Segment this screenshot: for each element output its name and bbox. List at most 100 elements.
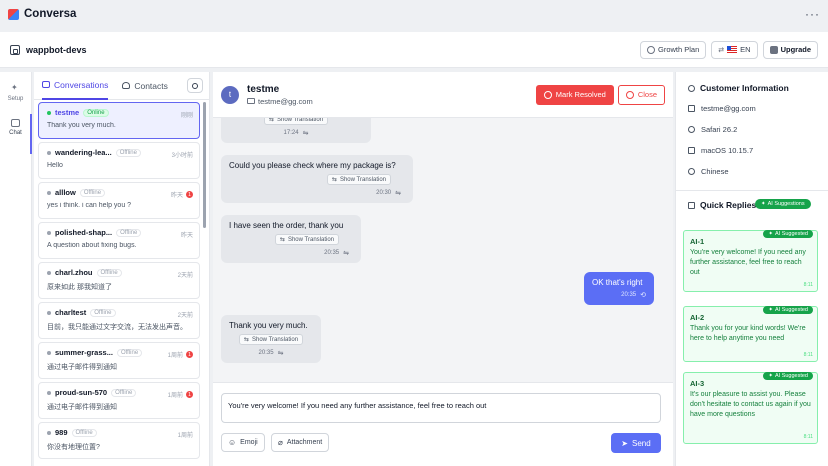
swap-icon: ⇋ (277, 350, 284, 357)
message-bubble: I have seen the order, thank you ⇆ Show T… (221, 215, 361, 263)
list-item[interactable]: proud-sun-570 Offline 1周前 1 通过电子邮件得到通知 (38, 382, 200, 419)
ai-reply-card[interactable]: ✦ AI Suggested AI-2 Thank you for your ki… (683, 306, 818, 362)
mark-resolved-button[interactable]: Mark Resolved (535, 84, 614, 105)
search-button[interactable] (187, 78, 203, 93)
swap-icon: ⇋ (302, 130, 309, 137)
emoji-label: Emoji (240, 439, 258, 446)
sparkle-icon: ✦ (761, 201, 766, 207)
list-item[interactable]: summer-grass... Offline 1周前 1 通过电子邮件得到通知 (38, 342, 200, 379)
translate-icon: ⇆ (268, 118, 274, 123)
attachment-button[interactable]: ⌀ Attachment (271, 433, 330, 452)
presence-dot (47, 150, 51, 155)
list-item[interactable]: 989 Offline 1周前 你没有地理位置? (38, 422, 200, 459)
language-label: EN (740, 45, 751, 54)
conversation-name: alllow (55, 188, 76, 197)
conversation-name: charl.zhou (55, 268, 93, 277)
list-item[interactable]: polished-shap... Offline 昨天 A question ab… (38, 222, 200, 259)
quick-replies-title: Quick Replies (700, 200, 757, 210)
ai-suggested-label: AI Suggested (774, 231, 808, 237)
message-time: 20:35 (324, 250, 340, 256)
list-item[interactable]: testme Online 刚刚 Thank you very much. (38, 102, 200, 139)
status-badge: Offline (116, 348, 143, 357)
conversation-time: 2天前 (177, 313, 193, 319)
ai-reply-card[interactable]: ✦ AI Suggested AI-3 It's our pleasure to … (683, 372, 818, 444)
status-badge: Offline (79, 188, 106, 197)
conversations-icon (42, 81, 50, 88)
show-translation-label: Show Translation (339, 176, 386, 183)
x-circle-icon (625, 90, 634, 99)
message-input[interactable]: You're very welcome! If you need any fur… (221, 393, 661, 423)
rail-active-indicator (30, 114, 32, 154)
conversation-name: 989 (55, 428, 68, 437)
show-translation-button[interactable]: ⇆ Show Translation (263, 118, 329, 125)
conversation-time: 1周前 (167, 353, 183, 359)
status-badge: Offline (115, 148, 141, 157)
workspace-icon (10, 44, 20, 55)
unread-badge: 1 (186, 391, 193, 398)
message-text: OK that's right (592, 278, 643, 287)
conversation-scrollbar[interactable] (203, 102, 206, 228)
ai-suggestions-button[interactable]: ✦ AI Suggestions (755, 199, 811, 209)
ai-reply-time: 8:11 (803, 352, 813, 358)
upgrade-button[interactable]: Upgrade (762, 40, 818, 59)
globe-icon (688, 168, 695, 175)
language-button[interactable]: ⇄ EN (711, 40, 758, 59)
paperclip-icon: ⌀ (278, 438, 283, 447)
sparkle-icon: ✦ (768, 307, 773, 313)
ai-reply-card[interactable]: ✦ AI Suggested AI-1 You're very welcome! … (683, 230, 818, 292)
presence-dot (47, 110, 51, 115)
ai-suggested-label: AI Suggested (774, 307, 808, 313)
show-translation-button[interactable]: ⇆ Show Translation (326, 174, 391, 185)
sparkle-icon: ✦ (768, 373, 773, 379)
conversation-preview: A question about fixing bugs. (47, 242, 137, 249)
rail-setup-label: Setup (7, 95, 24, 102)
list-item[interactable]: charltest Offline 2天前 目前，我只能通过文字交流，无法发出声音… (38, 302, 200, 339)
ai-suggestions-label: AI Suggestions (767, 201, 805, 207)
send-icon: ➤ (621, 438, 628, 448)
chat-contact-email: testme@gg.com (258, 96, 313, 106)
message-bubble: Could you please check where my package … (221, 155, 413, 203)
show-translation-label: Show Translation (287, 236, 334, 243)
divider (676, 190, 828, 191)
translate-icon: ⇆ (243, 337, 249, 343)
message-bubble: Thank you very much. ⇆ Show Translation 2… (221, 315, 321, 363)
conversation-time: 1周前 (167, 393, 183, 399)
status-badge: Offline (96, 268, 122, 277)
message-time: 20:35 (258, 350, 274, 356)
list-item[interactable]: alllow Offline 昨天 1 yes i think. i can hel… (38, 182, 200, 219)
send-button[interactable]: ➤ Send (611, 433, 661, 453)
send-label: Send (632, 438, 651, 448)
growth-plan-button[interactable]: Growth Plan (640, 40, 707, 59)
customer-email: testme@gg.com (701, 104, 756, 113)
message-bubble: ⇆ Show Translation 17:24 ⇋ (221, 118, 371, 143)
app-logo-icon (8, 8, 19, 20)
more-menu-icon[interactable]: ··· (805, 7, 820, 21)
close-button[interactable]: Close (617, 84, 665, 105)
emoji-button[interactable]: ☺ Emoji (221, 433, 265, 452)
workspace-name[interactable]: wappbot-devs (26, 45, 87, 55)
rail-item-chat[interactable]: Chat (0, 110, 31, 144)
presence-dot (47, 310, 51, 315)
show-translation-button[interactable]: ⇆ Show Translation (274, 234, 339, 245)
app-title: Conversa (24, 8, 77, 20)
tab-contacts[interactable]: Contacts (122, 72, 168, 100)
chat-bubble-icon (688, 201, 695, 209)
ai-reply-label: AI-3 (690, 379, 705, 388)
conversation-name: polished-shap... (55, 228, 113, 237)
tab-contacts-label: Contacts (134, 80, 168, 91)
rail-item-setup[interactable]: Setup (0, 76, 31, 110)
workspace-bar: wappbot-devs Growth Plan ⇄ EN Upgrade (0, 32, 828, 68)
swap-icon: ⇋ (395, 190, 401, 197)
tab-conversations[interactable]: Conversations (42, 72, 109, 100)
show-translation-button[interactable]: ⇆ Show Translation (238, 334, 304, 345)
unread-badge: 1 (186, 191, 193, 198)
conversation-preview: yes i think. i can help you ? (47, 202, 132, 209)
message-time: 20:30 (376, 190, 392, 196)
list-item[interactable]: wandering-lea... Offline 3小时前 Hello (38, 142, 200, 179)
customer-os: macOS 10.15.7 (701, 146, 754, 155)
message-text: Thank you very much. (229, 321, 308, 330)
list-item[interactable]: charl.zhou Offline 2天前 原来如此 那我知道了 (38, 262, 200, 299)
search-icon (192, 82, 198, 89)
translate-icon: ⇆ (279, 237, 285, 243)
show-translation-label: Show Translation (277, 118, 324, 123)
